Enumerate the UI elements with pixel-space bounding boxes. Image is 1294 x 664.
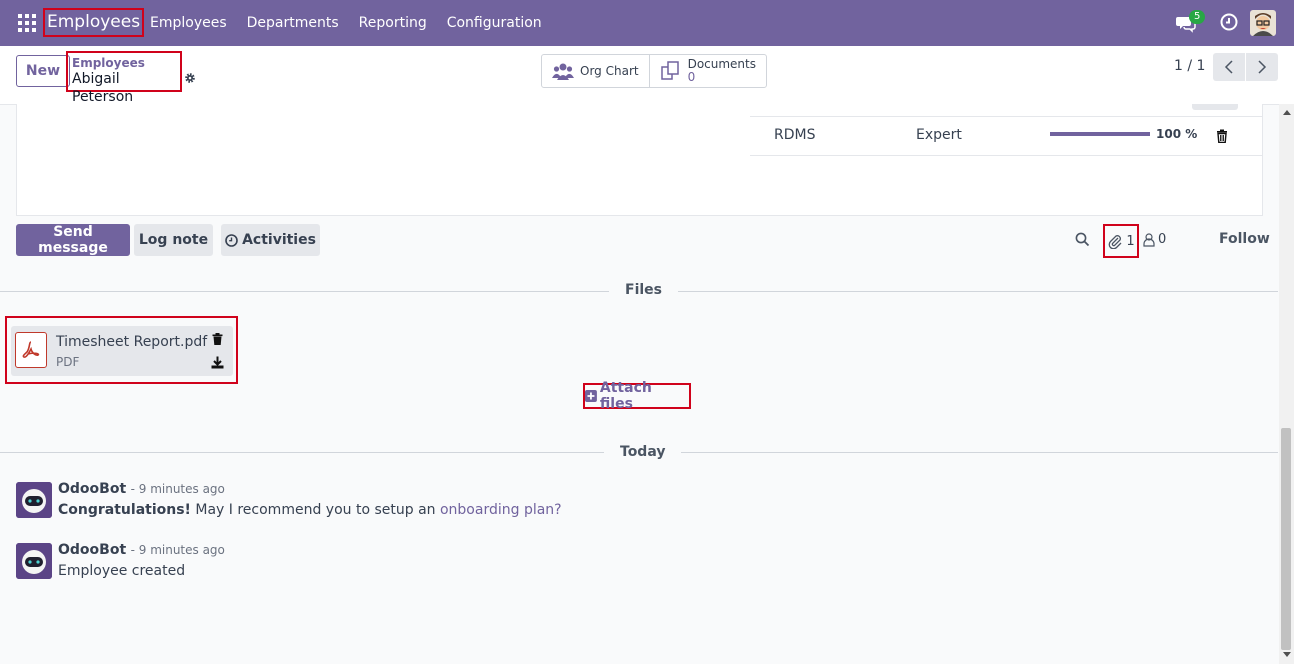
attach-files-label: Attach files xyxy=(599,380,652,412)
top-navbar: Employees Employees Departments Reportin… xyxy=(0,0,1294,46)
odoobot-avatar[interactable] xyxy=(16,482,52,518)
activities-button[interactable]: Activities xyxy=(221,224,320,256)
log-note-button[interactable]: Log note xyxy=(134,224,213,256)
menu-item-reporting[interactable]: Reporting xyxy=(359,15,427,31)
breadcrumb: Employees Abigail Peterson xyxy=(66,51,182,105)
app-name[interactable]: Employees xyxy=(43,8,145,37)
message-bold-text: Congratulations! xyxy=(58,502,191,518)
message-body: Employee created xyxy=(58,563,186,579)
search-icon[interactable] xyxy=(1075,232,1090,247)
main-menu: Employees Departments Reporting Configur… xyxy=(150,0,562,46)
message-date: - 9 minutes ago xyxy=(130,543,225,557)
gear-icon[interactable] xyxy=(184,72,196,84)
message-body: Congratulations! May I recommend you to … xyxy=(58,502,562,518)
clock-icon xyxy=(225,233,238,247)
trash-icon[interactable] xyxy=(1216,129,1228,143)
smart-buttons: Org Chart Documents 0 xyxy=(541,54,767,88)
send-message-button[interactable]: Send message xyxy=(16,224,130,256)
today-heading: Today xyxy=(604,444,682,460)
org-chart-icon xyxy=(552,63,574,80)
follow-button[interactable]: Follow xyxy=(1219,231,1270,247)
attachment-type: PDF xyxy=(56,355,80,369)
clock-icon[interactable] xyxy=(1220,13,1238,31)
files-heading: Files xyxy=(609,282,678,298)
attachments-count: 1 xyxy=(1126,233,1135,249)
menu-item-employees[interactable]: Employees xyxy=(150,15,227,31)
org-chart-button[interactable]: Org Chart xyxy=(542,55,649,87)
documents-label: Documents xyxy=(687,57,756,71)
chevron-left-icon xyxy=(1224,60,1233,74)
attach-files-button[interactable]: Attach files xyxy=(583,380,691,412)
paperclip-icon xyxy=(1108,235,1122,249)
chat-badge: 5 xyxy=(1189,10,1206,24)
scroll-down-arrow[interactable] xyxy=(1283,652,1291,657)
download-icon[interactable] xyxy=(211,356,224,369)
skill-progress-bar xyxy=(1050,132,1150,136)
onboarding-plan-link[interactable]: onboarding plan? xyxy=(440,502,562,518)
scrollbar-thumb[interactable] xyxy=(1281,428,1291,650)
skill-add-button[interactable] xyxy=(1192,104,1238,110)
scrollbar[interactable] xyxy=(1279,104,1294,664)
pager-next-button[interactable] xyxy=(1246,53,1278,81)
skill-name: RDMS xyxy=(774,127,816,143)
documents-icon xyxy=(660,61,679,80)
attachment-card[interactable]: Timesheet Report.pdf PDF xyxy=(11,326,233,376)
documents-count: 0 xyxy=(687,70,696,84)
pager-value[interactable]: 1 / 1 xyxy=(1174,58,1205,74)
pager-previous-button[interactable] xyxy=(1213,53,1245,81)
pdf-file-icon xyxy=(15,332,47,368)
user-icon xyxy=(1143,232,1155,247)
scroll-up-arrow[interactable] xyxy=(1283,110,1291,115)
message-author[interactable]: OdooBot xyxy=(58,542,126,558)
plus-square-icon xyxy=(585,390,597,402)
menu-item-configuration[interactable]: Configuration xyxy=(447,15,542,31)
message-author[interactable]: OdooBot xyxy=(58,481,126,497)
documents-button[interactable]: Documents 0 xyxy=(648,55,766,87)
odoobot-avatar[interactable] xyxy=(16,543,52,579)
chevron-right-icon xyxy=(1258,60,1267,74)
skill-percent: 100 % xyxy=(1156,127,1198,141)
user-avatar[interactable] xyxy=(1250,10,1276,36)
skill-progress-fill xyxy=(1050,132,1150,136)
org-chart-label: Org Chart xyxy=(580,64,639,78)
trash-icon[interactable] xyxy=(212,333,223,345)
message-text: May I recommend you to setup an xyxy=(190,502,440,518)
new-button[interactable]: New xyxy=(16,55,70,87)
breadcrumb-current: Abigail Peterson xyxy=(72,71,134,105)
followers-counter[interactable]: 0 xyxy=(1143,232,1166,247)
skill-row[interactable]: RDMS Expert 100 % xyxy=(750,116,1262,156)
attachments-counter[interactable]: 1 xyxy=(1103,224,1139,258)
message-date: - 9 minutes ago xyxy=(130,482,225,496)
breadcrumb-parent[interactable]: Employees xyxy=(72,56,176,70)
apps-grid-icon[interactable] xyxy=(18,14,36,32)
menu-item-departments[interactable]: Departments xyxy=(247,15,339,31)
control-panel: New Employees Abigail Peterson Org Chart xyxy=(0,46,1294,105)
attachment-highlight: Timesheet Report.pdf PDF xyxy=(5,316,238,384)
skill-level: Expert xyxy=(916,127,962,143)
activities-label: Activities xyxy=(242,232,316,248)
followers-count: 0 xyxy=(1158,232,1167,247)
attachment-name: Timesheet Report.pdf xyxy=(56,334,208,350)
